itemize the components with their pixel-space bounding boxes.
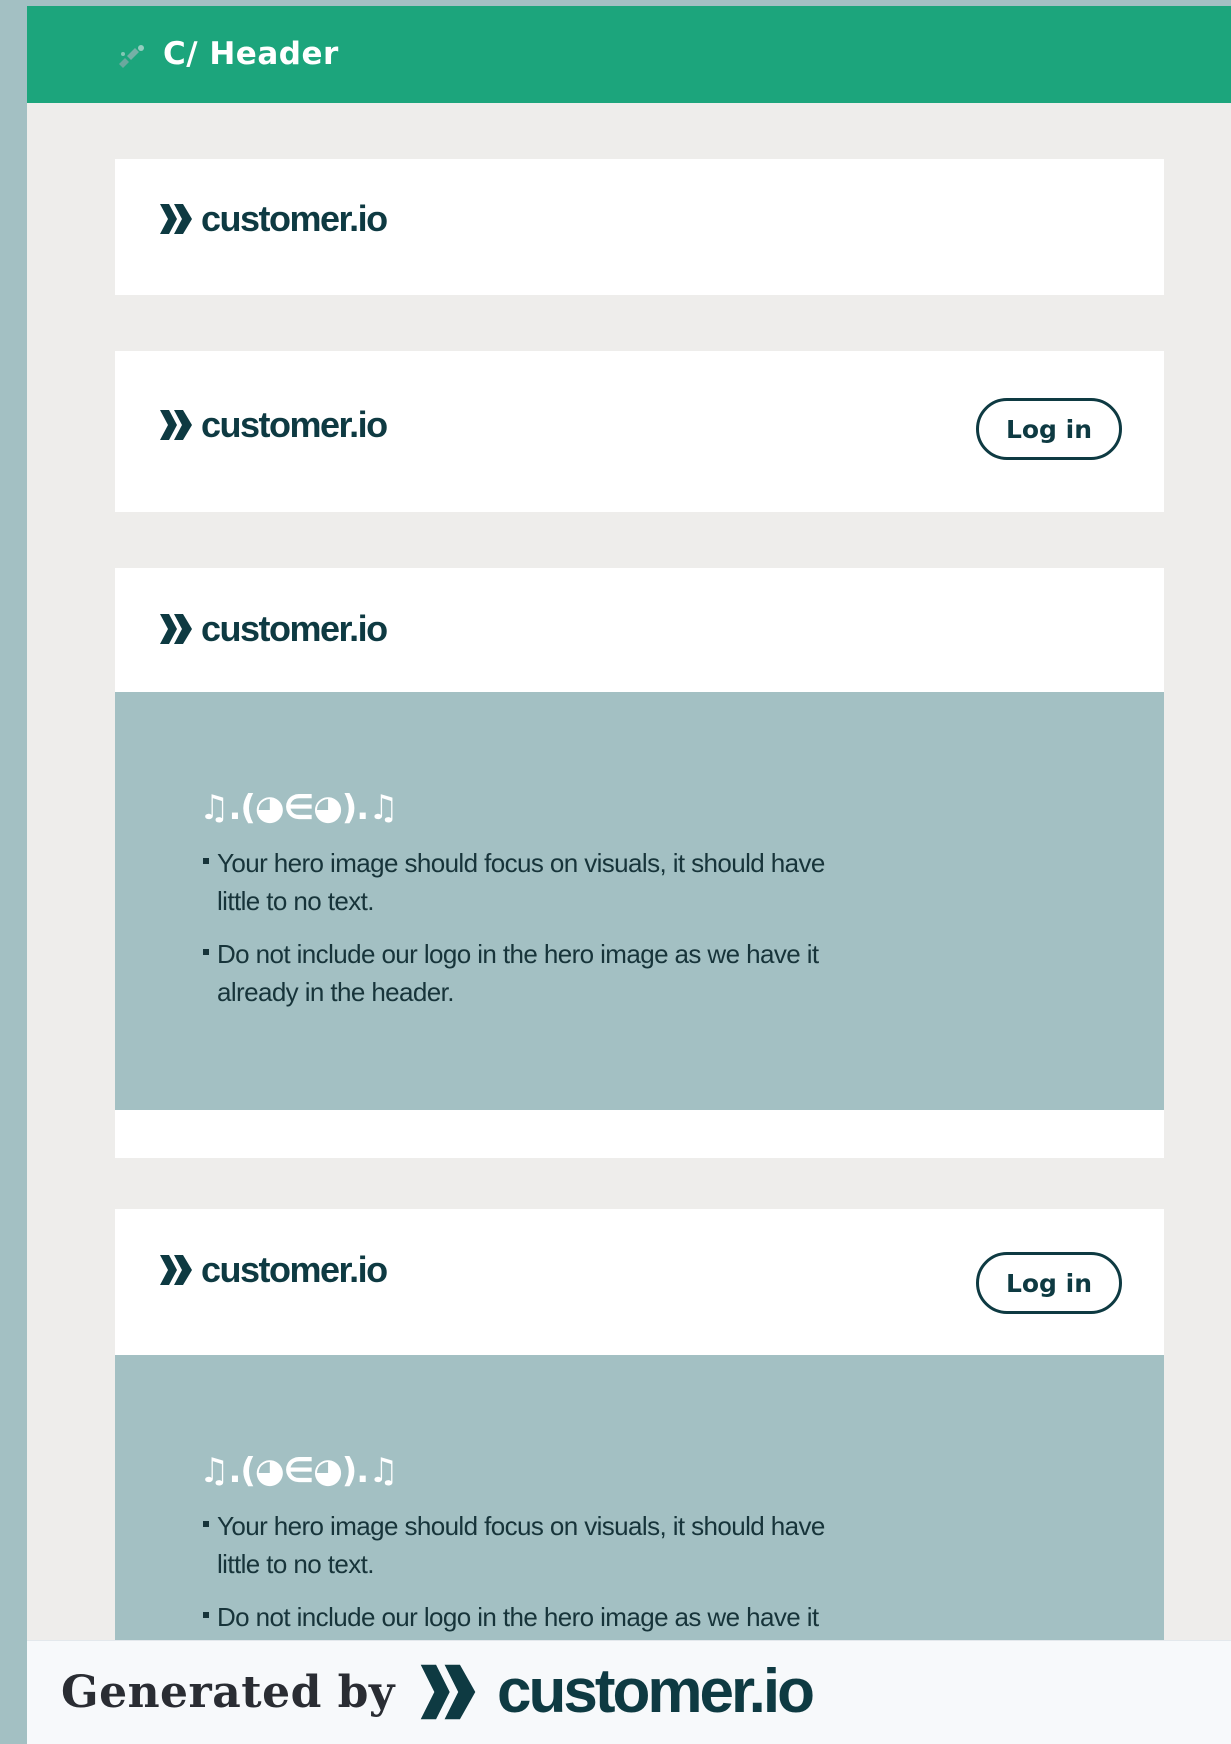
hero-guideline-item: Your hero image should focus on visuals,…	[203, 844, 843, 920]
hero-guideline-item: Do not include our logo in the hero imag…	[203, 935, 843, 1011]
customer-io-logo: customer.io	[159, 198, 388, 239]
footer-logo-wordmark: customer.io	[497, 1657, 815, 1726]
email-preview-canvas: C/ Header customer.io customer.io Log in	[27, 6, 1231, 1744]
component-icon	[119, 45, 144, 68]
logo-wordmark: customer.io	[201, 608, 388, 649]
hero-guideline-item: Your hero image should focus on visuals,…	[203, 1507, 843, 1583]
customer-io-chevrons-icon	[160, 1255, 192, 1285]
logo-wordmark: customer.io	[201, 1249, 388, 1290]
header-variant-logo-hero: customer.io ♫.(◕∈◕).♫ Your hero image sh…	[115, 568, 1164, 1158]
hero-kaomoji: ♫.(◕∈◕).♫	[199, 788, 399, 828]
footer-customer-io-logo[interactable]: customer.io	[419, 1657, 815, 1726]
logo-wordmark: customer.io	[201, 404, 388, 445]
customer-io-chevrons-icon	[420, 1664, 476, 1720]
login-button[interactable]: Log in	[976, 398, 1122, 460]
generated-by-footer: Generated by customer.io	[27, 1640, 1231, 1744]
header-variant-logo-login: customer.io Log in	[115, 351, 1164, 512]
customer-io-logo: customer.io	[159, 404, 388, 445]
customer-io-logo: customer.io	[159, 1249, 388, 1290]
login-button[interactable]: Log in	[976, 1252, 1122, 1314]
customer-io-chevrons-icon	[160, 614, 192, 644]
hero-image-placeholder: ♫.(◕∈◕).♫ Your hero image should focus o…	[115, 692, 1164, 1110]
component-header-bar: C/ Header	[27, 6, 1231, 103]
component-header-title: C/ Header	[163, 36, 339, 72]
hero-guidelines-list: Your hero image should focus on visuals,…	[203, 844, 843, 1026]
header-variant-logo-only: customer.io	[115, 159, 1164, 295]
logo-wordmark: customer.io	[201, 198, 388, 239]
customer-io-logo: customer.io	[159, 608, 388, 649]
generated-by-label: Generated by	[61, 1667, 395, 1718]
customer-io-chevrons-icon	[160, 410, 192, 440]
hero-kaomoji: ♫.(◕∈◕).♫	[199, 1451, 399, 1491]
customer-io-chevrons-icon	[160, 204, 192, 234]
